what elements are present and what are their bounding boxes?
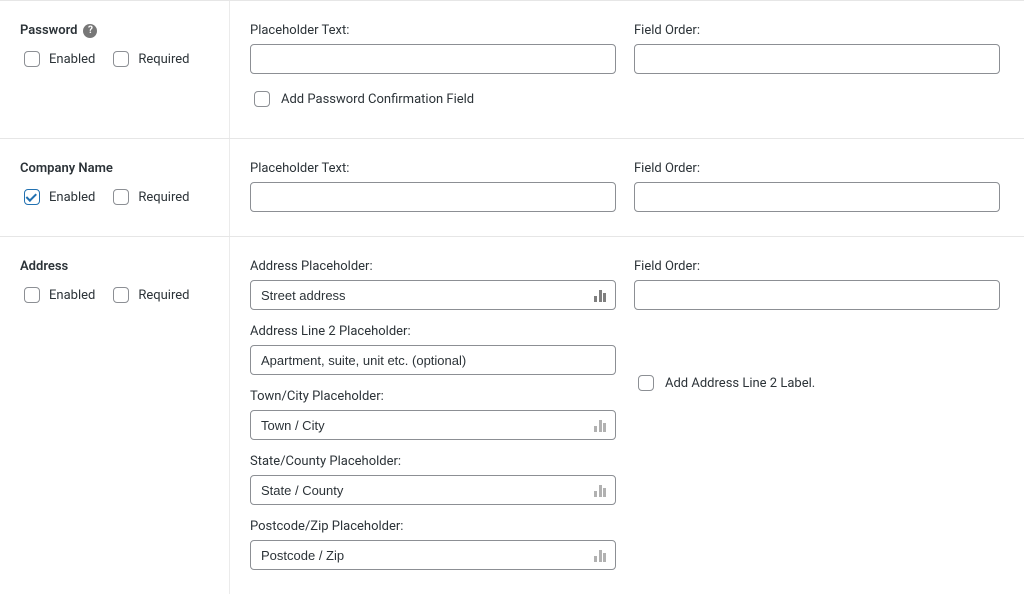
- password-title: Password: [20, 23, 77, 38]
- company-required-checkbox[interactable]: [113, 189, 129, 205]
- address-end-col: Field Order: Add Address Line 2 Label.: [634, 259, 1000, 570]
- company-placeholder-input[interactable]: [250, 182, 616, 212]
- autofill-icon: [594, 548, 608, 562]
- address-addr2-label: Address Line 2 Placeholder:: [250, 324, 616, 339]
- address-city-input[interactable]: [250, 410, 616, 440]
- password-order-input[interactable]: [634, 44, 1000, 74]
- company-placeholder-wrap: [250, 182, 616, 212]
- section-address-right: Address Placeholder: Address Line 2 Plac…: [230, 237, 1024, 594]
- address-order-input[interactable]: [634, 280, 1000, 310]
- password-order-wrap: [634, 44, 1000, 74]
- spacer: [634, 324, 1000, 348]
- company-title-row: Company Name: [20, 161, 209, 176]
- address-zip-label: Postcode/Zip Placeholder:: [250, 519, 616, 534]
- company-order-wrap: [634, 182, 1000, 212]
- password-confirm-row[interactable]: Add Password Confirmation Field: [250, 88, 616, 110]
- section-company-right: Placeholder Text: Field Order:: [230, 139, 1024, 236]
- address-addr-wrap: [250, 280, 616, 310]
- password-placeholder-input[interactable]: [250, 44, 616, 74]
- address-city-label: Town/City Placeholder:: [250, 389, 616, 404]
- address-addr-label: Address Placeholder:: [250, 259, 616, 274]
- password-enabled-label: Enabled: [49, 52, 95, 67]
- company-required-label: Required: [138, 190, 189, 205]
- section-password-left: Password ? Enabled Required: [0, 1, 230, 138]
- company-placeholder-label: Placeholder Text:: [250, 161, 616, 176]
- password-placeholder-label: Placeholder Text:: [250, 23, 616, 38]
- address-order-label: Field Order:: [634, 259, 1000, 274]
- password-toggles: Enabled Required: [20, 48, 209, 70]
- address-required-label: Required: [138, 288, 189, 303]
- address-zip-wrap: [250, 540, 616, 570]
- address-enabled-label-wrap[interactable]: Enabled: [20, 284, 95, 306]
- address-addr2-input[interactable]: [250, 345, 616, 375]
- address-state-label: State/County Placeholder:: [250, 454, 616, 469]
- password-enabled-label-wrap[interactable]: Enabled: [20, 48, 95, 70]
- address-required-label-wrap[interactable]: Required: [109, 284, 189, 306]
- section-company-left: Company Name Enabled Required: [0, 139, 230, 236]
- address-addr2-showlabel-text: Add Address Line 2 Label.: [665, 376, 815, 391]
- company-required-label-wrap[interactable]: Required: [109, 186, 189, 208]
- address-addr2-showlabel-row[interactable]: Add Address Line 2 Label.: [634, 372, 1000, 394]
- help-icon[interactable]: ?: [83, 24, 97, 38]
- section-address-left: Address Enabled Required: [0, 237, 230, 594]
- company-toggles: Enabled Required: [20, 186, 209, 208]
- password-required-checkbox[interactable]: [113, 51, 129, 67]
- address-state-input[interactable]: [250, 475, 616, 505]
- password-placeholder-wrap: [250, 44, 616, 74]
- section-password: Password ? Enabled Required Placeholder …: [0, 0, 1024, 138]
- address-zip-input[interactable]: [250, 540, 616, 570]
- address-mid-col: Address Placeholder: Address Line 2 Plac…: [250, 259, 616, 570]
- address-addr-input[interactable]: [250, 280, 616, 310]
- company-order-label: Field Order:: [634, 161, 1000, 176]
- password-title-row: Password ?: [20, 23, 209, 38]
- address-city-wrap: [250, 410, 616, 440]
- autofill-icon: [594, 418, 608, 432]
- address-enabled-label: Enabled: [49, 288, 95, 303]
- section-address: Address Enabled Required Address Placeho…: [0, 236, 1024, 594]
- autofill-icon: [594, 483, 608, 497]
- password-confirm-label: Add Password Confirmation Field: [281, 92, 474, 107]
- company-end-col: Field Order:: [634, 161, 1000, 212]
- company-enabled-label-wrap[interactable]: Enabled: [20, 186, 95, 208]
- address-order-wrap: [634, 280, 1000, 310]
- password-mid-col: Placeholder Text: Add Password Confirmat…: [250, 23, 616, 114]
- company-title: Company Name: [20, 161, 113, 176]
- company-enabled-label: Enabled: [49, 190, 95, 205]
- address-addr2-showlabel-checkbox[interactable]: [638, 375, 654, 391]
- password-required-label-wrap[interactable]: Required: [109, 48, 189, 70]
- address-enabled-checkbox[interactable]: [24, 287, 40, 303]
- address-title-row: Address: [20, 259, 209, 274]
- password-end-col: Field Order:: [634, 23, 1000, 114]
- password-required-label: Required: [138, 52, 189, 67]
- address-state-wrap: [250, 475, 616, 505]
- company-mid-col: Placeholder Text:: [250, 161, 616, 212]
- password-enabled-checkbox[interactable]: [24, 51, 40, 67]
- address-addr2-wrap: [250, 345, 616, 375]
- section-company: Company Name Enabled Required Placeholde…: [0, 138, 1024, 236]
- company-enabled-checkbox[interactable]: [24, 189, 40, 205]
- address-title: Address: [20, 259, 68, 274]
- company-order-input[interactable]: [634, 182, 1000, 212]
- autofill-icon: [594, 288, 608, 302]
- address-toggles: Enabled Required: [20, 284, 209, 306]
- password-order-label: Field Order:: [634, 23, 1000, 38]
- section-password-right: Placeholder Text: Add Password Confirmat…: [230, 1, 1024, 138]
- password-confirm-checkbox[interactable]: [254, 91, 270, 107]
- address-required-checkbox[interactable]: [113, 287, 129, 303]
